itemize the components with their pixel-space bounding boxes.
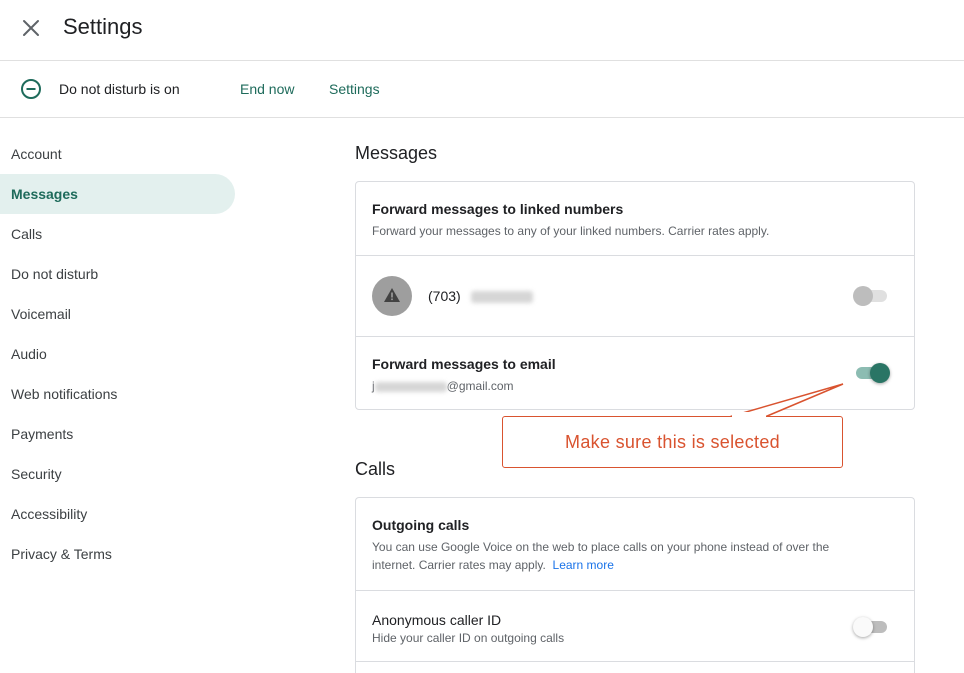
sidebar-item-audio[interactable]: Audio [0,334,235,374]
sidebar-item-accessibility[interactable]: Accessibility [0,494,235,534]
forward-linked-title: Forward messages to linked numbers [372,201,624,217]
linked-phone-number: (703) [428,288,533,304]
outgoing-calls-row: Outgoing calls You can use Google Voice … [356,498,914,591]
forward-email-address: j @gmail.com [372,379,514,393]
dnd-settings-button[interactable]: Settings [329,81,380,97]
sidebar-item-calls[interactable]: Calls [0,214,235,254]
outgoing-calls-title: Outgoing calls [372,517,470,533]
linked-number-toggle[interactable] [853,286,889,306]
forward-email-title: Forward messages to email [372,356,556,372]
warning-icon [372,276,412,316]
sidebar-item-account[interactable]: Account [0,134,235,174]
messages-card: Forward messages to linked numbers Forwa… [355,181,915,410]
phone-area-code: (703) [428,288,461,304]
forward-linked-row: Forward messages to linked numbers Forwa… [356,182,914,256]
annotation-text: Make sure this is selected [565,432,780,452]
callout-joint [732,412,766,418]
top-bar: Settings [0,0,964,61]
end-now-button[interactable]: End now [240,81,294,97]
forward-email-toggle[interactable] [854,363,890,383]
outgoing-calls-subtitle: You can use Google Voice on the web to p… [372,540,830,572]
calls-section-title: Calls [355,459,396,479]
calls-card: Outgoing calls You can use Google Voice … [355,497,915,673]
sidebar-item-web-notifications[interactable]: Web notifications [0,374,235,414]
do-not-disturb-banner: Do not disturb is on End now Settings [0,61,964,118]
dnd-status-text: Do not disturb is on [59,81,180,97]
sidebar-item-privacy-terms[interactable]: Privacy & Terms [0,534,235,574]
anonymous-caller-title: Anonymous caller ID [372,612,502,628]
settings-sidebar: Account Messages Calls Do not disturb Vo… [0,134,240,574]
linked-number-row: (703) [356,256,914,337]
sidebar-item-messages[interactable]: Messages [0,174,235,214]
sidebar-item-security[interactable]: Security [0,454,235,494]
sidebar-item-do-not-disturb[interactable]: Do not disturb [0,254,235,294]
anonymous-caller-subtitle: Hide your caller ID on outgoing calls [372,631,565,645]
minus-circle-icon [20,78,42,100]
sidebar-item-voicemail[interactable]: Voicemail [0,294,235,334]
annotation-callout: Make sure this is selected [502,416,843,468]
page-title: Settings [63,14,143,39]
messages-section-title: Messages [355,143,438,163]
learn-more-link[interactable]: Learn more [553,558,614,572]
sidebar-item-payments[interactable]: Payments [0,414,235,454]
redacted-number [470,291,533,304]
forward-linked-subtitle: Forward your messages to any of your lin… [372,224,770,238]
redacted-email [374,381,447,392]
close-icon[interactable] [19,16,43,40]
anonymous-caller-row: Anonymous caller ID Hide your caller ID … [356,591,914,662]
anonymous-caller-toggle[interactable] [853,617,889,637]
